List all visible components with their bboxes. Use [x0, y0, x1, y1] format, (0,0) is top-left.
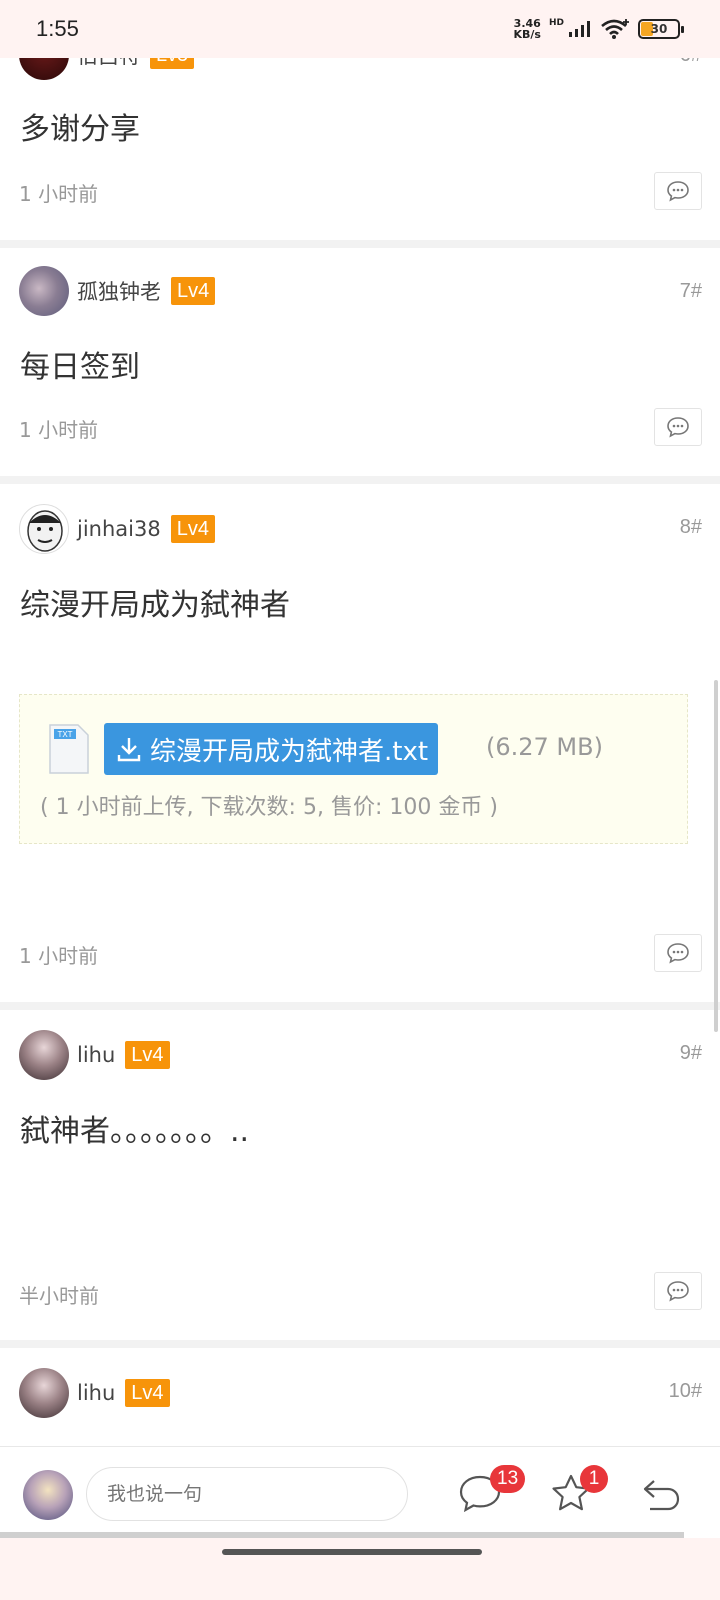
post-header: lihu Lv4	[19, 1368, 170, 1418]
divider	[0, 476, 720, 484]
user-avatar[interactable]	[19, 1030, 69, 1080]
attachment-filename: 综漫开局成为弑神者.txt	[150, 736, 429, 767]
network-speed: 3.46 KB/s	[514, 18, 541, 40]
floor-number: 8#	[679, 516, 702, 538]
attachment-size: (6.27 MB)	[486, 733, 603, 761]
signal-icon	[569, 21, 590, 37]
system-nav-bar	[0, 1538, 720, 1600]
post-text: 弑神者。。。。。。。..	[20, 1114, 250, 1149]
return-arrow-icon	[643, 1480, 680, 1511]
battery-level: 30	[650, 22, 668, 36]
network-speed-unit: KB/s	[513, 28, 541, 41]
divider	[0, 1002, 720, 1010]
username[interactable]: lihu	[77, 1043, 115, 1067]
post-header: jinhai38 Lv4	[19, 504, 215, 554]
level-badge: Lv4	[125, 1041, 170, 1069]
post-time: 1 小时前	[19, 182, 99, 206]
comment-input[interactable]	[86, 1467, 408, 1521]
post-floor-7: 孤独钟老 Lv4 7# 每日签到 1 小时前	[0, 248, 720, 476]
username[interactable]: lihu	[77, 1381, 115, 1405]
level-badge: Lv4	[170, 515, 215, 543]
reply-button[interactable]	[654, 408, 702, 446]
comment-dots-icon	[667, 943, 689, 964]
bottom-action-bar: 13 1	[0, 1446, 720, 1542]
favorites-count-badge: 1	[580, 1465, 608, 1493]
post-time: 1 小时前	[19, 944, 99, 968]
download-icon	[117, 738, 141, 762]
post-time: 1 小时前	[19, 418, 99, 442]
download-button[interactable]: 综漫开局成为弑神者.txt	[104, 723, 439, 775]
username[interactable]: jinhai38	[77, 517, 161, 541]
status-icons: 3.46 KB/s HD 30	[514, 18, 684, 40]
level-badge: Lv4	[171, 277, 216, 305]
reply-button[interactable]	[654, 172, 702, 210]
reply-button[interactable]	[654, 1272, 702, 1310]
username[interactable]: 孤独钟老	[77, 276, 161, 306]
post-header: lihu Lv4	[19, 1030, 170, 1080]
thread-content: 佰吕特 Lv5 6# 多谢分享 1 小时前 孤独钟老 Lv4 7# 每日签到 1…	[0, 0, 720, 1470]
txt-file-icon: TXT	[49, 724, 89, 774]
floor-number: 9#	[679, 1042, 702, 1064]
post-text: 每日签到	[20, 350, 140, 385]
post-floor-8: jinhai38 Lv4 8# 综漫开局成为弑神者 TXT 综漫开局成为弑神者.…	[0, 484, 720, 1002]
divider	[0, 1340, 720, 1348]
post-floor-9: lihu Lv4 9# 弑神者。。。。。。。.. 半小时前	[0, 1010, 720, 1340]
home-indicator[interactable]	[222, 1549, 482, 1555]
reply-button[interactable]	[654, 934, 702, 972]
level-badge: Lv4	[125, 1379, 170, 1407]
svg-text:TXT: TXT	[57, 730, 72, 739]
post-text: 综漫开局成为弑神者	[20, 588, 290, 623]
comment-dots-icon	[667, 181, 689, 202]
post-time: 半小时前	[19, 1284, 99, 1308]
back-button[interactable]	[642, 1477, 682, 1517]
clock: 1:55	[36, 16, 79, 41]
user-avatar[interactable]	[19, 1368, 69, 1418]
post-text: 多谢分享	[20, 112, 140, 147]
user-avatar[interactable]	[19, 266, 69, 316]
attachment-meta: ( 1 小时前上传, 下载次数: 5, 售价: 100 金币 )	[40, 795, 498, 820]
floor-number: 10#	[668, 1380, 702, 1402]
hd-indicator: HD	[548, 18, 564, 28]
post-header: 孤独钟老 Lv4	[19, 266, 216, 316]
comment-dots-icon	[667, 417, 689, 438]
comments-count-badge: 13	[490, 1465, 526, 1493]
wifi-icon	[601, 19, 629, 39]
my-avatar[interactable]	[23, 1470, 73, 1520]
comment-dots-icon	[667, 1281, 689, 1302]
divider	[0, 240, 720, 248]
battery-icon: 30	[638, 19, 684, 39]
floor-number: 7#	[679, 280, 702, 302]
attachment-box: TXT 综漫开局成为弑神者.txt (6.27 MB) ( 1 小时前上传, 下…	[19, 694, 688, 844]
scrollbar[interactable]	[714, 680, 718, 1032]
user-avatar[interactable]	[19, 504, 69, 554]
status-bar: 1:55 3.46 KB/s HD 30	[0, 0, 720, 58]
